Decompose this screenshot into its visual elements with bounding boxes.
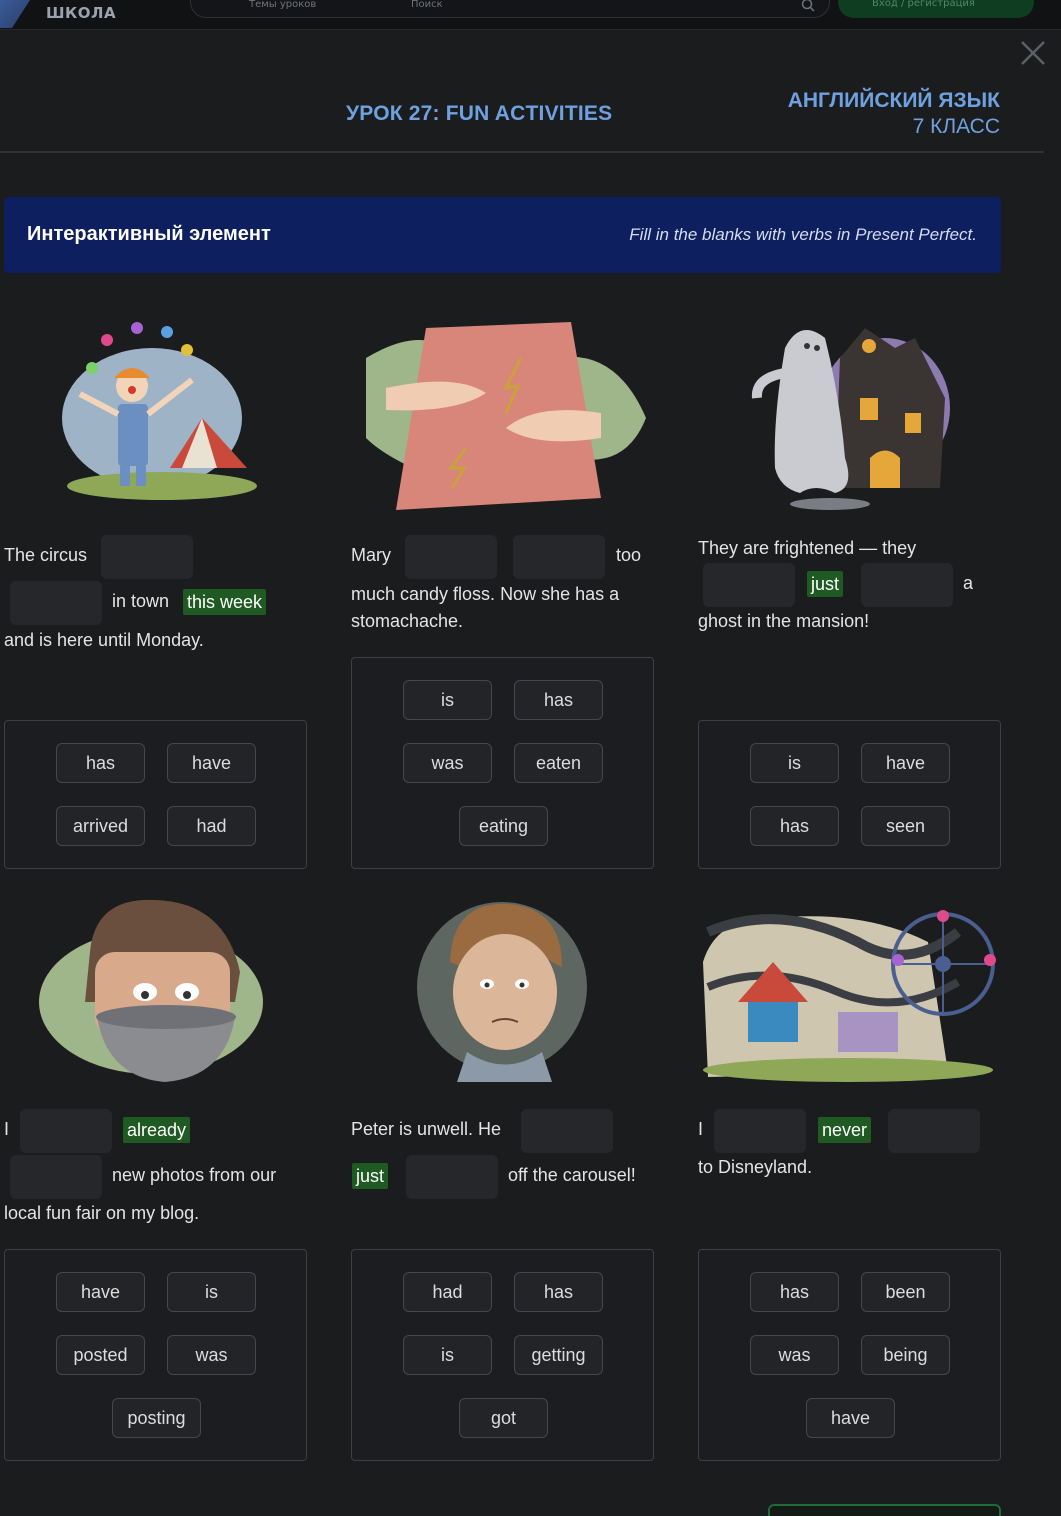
search-icon[interactable] (801, 0, 815, 12)
option-being[interactable]: being (861, 1335, 950, 1375)
boy-with-bowl-illustration (39, 899, 263, 1082)
option-getting[interactable]: getting (514, 1335, 603, 1375)
option-has[interactable]: has (56, 743, 145, 783)
subject-name: АНГЛИЙСКИЙ ЯЗЫК (787, 89, 1000, 112)
amusement-park-illustration (703, 910, 996, 1082)
login-button[interactable]: Вход / регистрация (838, 0, 1034, 18)
sick-boy-illustration (417, 902, 587, 1082)
close-icon[interactable] (1018, 38, 1048, 68)
banner-instruction: Fill in the blanks with verbs in Present… (629, 225, 977, 244)
stomach-ache-illustration (366, 322, 646, 510)
exercise-3-text-c: ghost in the mansion! (698, 611, 870, 631)
exercise-6-blank-1[interactable] (714, 1109, 806, 1153)
ghost-mansion-illustration (751, 328, 950, 510)
exercise-5-options: had has is getting got (351, 1249, 654, 1461)
exercise-4-blank-2[interactable] (10, 1155, 102, 1199)
logo-text[interactable]: ШКОЛА (46, 4, 116, 22)
option-have[interactable]: have (56, 1272, 145, 1312)
exercise-6-blank-2[interactable] (888, 1109, 980, 1153)
exercise-3-options: is have has seen (698, 720, 1001, 869)
option-is[interactable]: is (403, 680, 492, 720)
option-is[interactable]: is (403, 1335, 492, 1375)
exercise-1-highlight: this week (183, 589, 267, 615)
exercise-5-text-a: Peter is unwell. He (351, 1119, 502, 1139)
exercise-2-blank-1[interactable] (405, 535, 497, 579)
option-have[interactable]: have (167, 743, 256, 783)
option-been[interactable]: been (861, 1272, 950, 1312)
option-eaten[interactable]: eaten (514, 743, 603, 783)
exercise-5-highlight: just (352, 1163, 389, 1189)
exercise-6-text-a: I (698, 1119, 704, 1139)
exercise-4-blank-1[interactable] (20, 1109, 112, 1153)
search-tab-search[interactable]: Поиск (411, 0, 443, 10)
exercise-4-text-b: new photos from our (112, 1165, 277, 1185)
exercise-2-blank-2[interactable] (513, 535, 605, 579)
exercise-6-highlight: never (818, 1117, 872, 1143)
exercise-2-text-a: Mary (351, 545, 391, 565)
exercise-4-options: have is posted was posting (4, 1249, 307, 1461)
exercise-6-text-b: to Disneyland. (698, 1157, 813, 1177)
exercise-2-text-c: much candy floss. Now she has a (351, 584, 620, 604)
exercise-3-text-a: They are frightened — they (698, 538, 917, 558)
exercise-1-text-b: in town (112, 591, 170, 611)
exercise-2-options: is has was eaten eating (351, 657, 654, 869)
exercise-3-blank-1[interactable] (703, 563, 795, 607)
exercise-3-blank-2[interactable] (861, 563, 953, 607)
search-tab-topics[interactable]: Темы уроков (249, 0, 316, 10)
exercise-1-options: has have arrived had (4, 720, 307, 869)
option-was[interactable]: was (750, 1335, 839, 1375)
option-was[interactable]: was (167, 1335, 256, 1375)
exercise-5-blank-1[interactable] (521, 1109, 613, 1153)
logo-icon[interactable] (0, 0, 30, 28)
option-got[interactable]: got (459, 1398, 548, 1438)
exercise-5-text-b: off the carousel! (508, 1165, 636, 1185)
check-answers-button[interactable] (768, 1504, 1001, 1516)
clown-circus-illustration (62, 322, 257, 500)
exercise-1-text-c: and is here until Monday. (4, 630, 204, 650)
option-posted[interactable]: posted (56, 1335, 145, 1375)
exercise-4-text-a: I (4, 1119, 10, 1139)
option-has[interactable]: has (514, 1272, 603, 1312)
lesson-title: УРОК 27: FUN ACTIVITIES (346, 102, 613, 125)
option-is[interactable]: is (167, 1272, 256, 1312)
option-arrived[interactable]: arrived (56, 806, 145, 846)
exercise-1-blank-1[interactable] (101, 535, 193, 579)
option-was[interactable]: was (403, 743, 492, 783)
login-button-label: Вход / регистрация (872, 0, 975, 9)
exercise-6-options: has been was being have (698, 1249, 1001, 1461)
subject-label: АНГЛИЙСКИЙ ЯЗЫК 7 КЛАСС (788, 88, 1000, 140)
option-have[interactable]: have (861, 743, 950, 783)
exercise-2-text-d: stomachache. (351, 611, 464, 631)
option-is[interactable]: is (750, 743, 839, 783)
option-had[interactable]: had (403, 1272, 492, 1312)
header-divider (0, 151, 1044, 153)
banner-title: Интерактивный элемент (27, 223, 271, 245)
option-has[interactable]: has (750, 806, 839, 846)
option-have[interactable]: have (806, 1398, 895, 1438)
option-seen[interactable]: seen (861, 806, 950, 846)
interactive-element-banner: Интерактивный элемент Fill in the blanks… (4, 197, 1001, 273)
exercise-4-text-c: local fun fair on my blog. (4, 1203, 200, 1223)
exercise-1-text-a: The circus (4, 545, 88, 565)
option-posting[interactable]: posting (112, 1398, 201, 1438)
exercise-3-text-b: a (963, 573, 974, 593)
exercise-3-highlight: just (807, 571, 844, 597)
exercise-2-text-b: too (616, 545, 642, 565)
option-eating[interactable]: eating (459, 806, 548, 846)
option-has[interactable]: has (514, 680, 603, 720)
option-had[interactable]: had (167, 806, 256, 846)
exercise-5-blank-2[interactable] (406, 1155, 498, 1199)
search-bar[interactable]: Темы уроков Поиск (190, 0, 830, 18)
exercise-4-highlight: already (123, 1117, 191, 1143)
top-navigation-bar: ШКОЛА Темы уроков Поиск Вход / регистрац… (0, 0, 1061, 30)
option-has[interactable]: has (750, 1272, 839, 1312)
exercise-1-blank-2[interactable] (10, 581, 102, 625)
subject-grade: 7 КЛАСС (912, 115, 1000, 138)
